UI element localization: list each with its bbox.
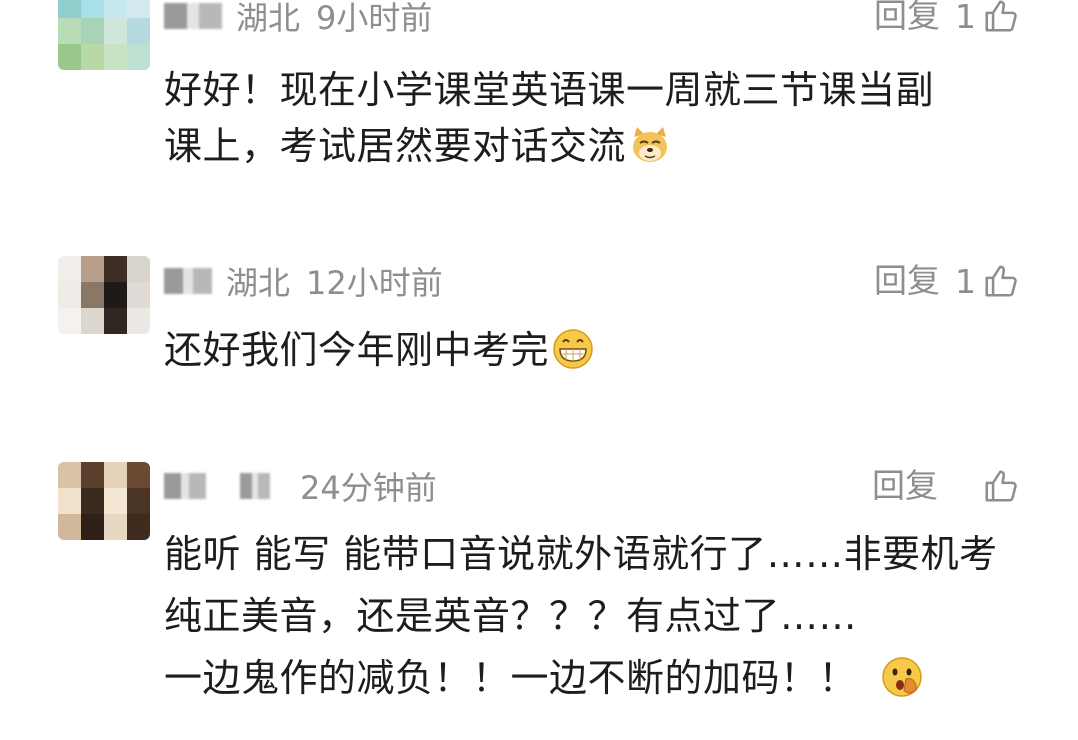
avatar-pixel [81, 514, 104, 540]
comment-line: 能听 能写 能带口音说就外语就行了……非要机考 [164, 532, 998, 576]
avatar-pixel [58, 462, 81, 488]
avatar-pixel [127, 18, 150, 44]
comment-line: 纯正美音，还是英音？？？有点过了…… [164, 594, 858, 638]
avatar-pixel [81, 256, 104, 282]
comment-line: 好好！现在小学课堂英语课一周就三节课当副 [164, 68, 935, 112]
avatar-pixel [58, 308, 81, 334]
thumbs-up-icon [985, 470, 1017, 502]
avatar-pixel [58, 256, 81, 282]
avatar-pixel [104, 488, 127, 514]
comment-meta: 湖北 12小时前 [164, 257, 443, 305]
avatar-pixel [127, 462, 150, 488]
username[interactable] [164, 3, 222, 29]
avatar-pixel [104, 462, 127, 488]
avatar-pixel [104, 44, 127, 70]
avatar-pixel [104, 514, 127, 540]
avatar-pixel [104, 18, 127, 44]
like-count: 1 [955, 261, 976, 301]
avatar-pixel [58, 282, 81, 308]
timestamp: 9小时前 [316, 0, 433, 37]
like-button[interactable] [976, 462, 1020, 510]
username[interactable] [164, 268, 212, 294]
avatar[interactable] [58, 462, 150, 540]
username[interactable] [164, 473, 206, 499]
avatar-pixel [127, 256, 150, 282]
avatar-pixel [127, 0, 150, 18]
reply-button[interactable]: 回复 [874, 257, 940, 305]
username-blur [240, 473, 270, 499]
comment-text: 还好我们今年刚中考完 [164, 322, 1024, 378]
avatar-pixel [81, 0, 104, 18]
reply-button[interactable]: 回复 [874, 0, 940, 40]
timestamp: 24分钟前 [300, 469, 437, 507]
avatar-pixel [58, 0, 81, 18]
comment-meta: 湖北 9小时前 [164, 0, 432, 40]
shocked-emoji [881, 657, 922, 697]
avatar-pixel [81, 44, 104, 70]
avatar-pixel [58, 514, 81, 540]
avatar-pixel [127, 44, 150, 70]
comment-line: 一边鬼作的减负！！一边不断的加码！！ [164, 656, 858, 700]
grin-emoji [553, 329, 593, 369]
avatar-pixel [127, 308, 150, 334]
comment-line: 还好我们今年刚中考完 [164, 328, 550, 372]
like-button[interactable]: 1 [955, 257, 1020, 305]
avatar-pixel [104, 256, 127, 282]
location: 湖北 [236, 0, 301, 37]
timestamp: 12小时前 [306, 264, 443, 302]
comment-meta: 24分钟前 [164, 462, 437, 510]
thumbs-up-icon [985, 265, 1017, 297]
avatar-pixel [127, 488, 150, 514]
avatar-pixel [58, 488, 81, 514]
avatar-pixel [58, 18, 81, 44]
avatar-pixel [104, 308, 127, 334]
comment-text: 好好！现在小学课堂英语课一周就三节课当副 课上，考试居然要对话交流 [164, 62, 1024, 174]
avatar-pixel [104, 0, 127, 18]
comment-line: 课上，考试居然要对话交流 [164, 124, 627, 168]
avatar-pixel [81, 18, 104, 44]
avatar-pixel [127, 282, 150, 308]
avatar-pixel [81, 282, 104, 308]
avatar-pixel [81, 488, 104, 514]
avatar[interactable] [58, 256, 150, 334]
avatar-pixel [58, 44, 81, 70]
doge-emoji [633, 127, 668, 162]
avatar[interactable] [58, 0, 150, 70]
avatar-pixel [127, 514, 150, 540]
location: 湖北 [226, 264, 291, 302]
avatar-pixel [81, 308, 104, 334]
comment-text: 能听 能写 能带口音说就外语就行了……非要机考 纯正美音，还是英音？？？有点过了… [164, 526, 1024, 706]
like-count: 1 [955, 0, 976, 36]
avatar-pixel [104, 282, 127, 308]
avatar-pixel [81, 462, 104, 488]
thumbs-up-icon [985, 0, 1017, 32]
like-button[interactable]: 1 [955, 0, 1020, 40]
reply-button[interactable]: 回复 [872, 462, 938, 510]
